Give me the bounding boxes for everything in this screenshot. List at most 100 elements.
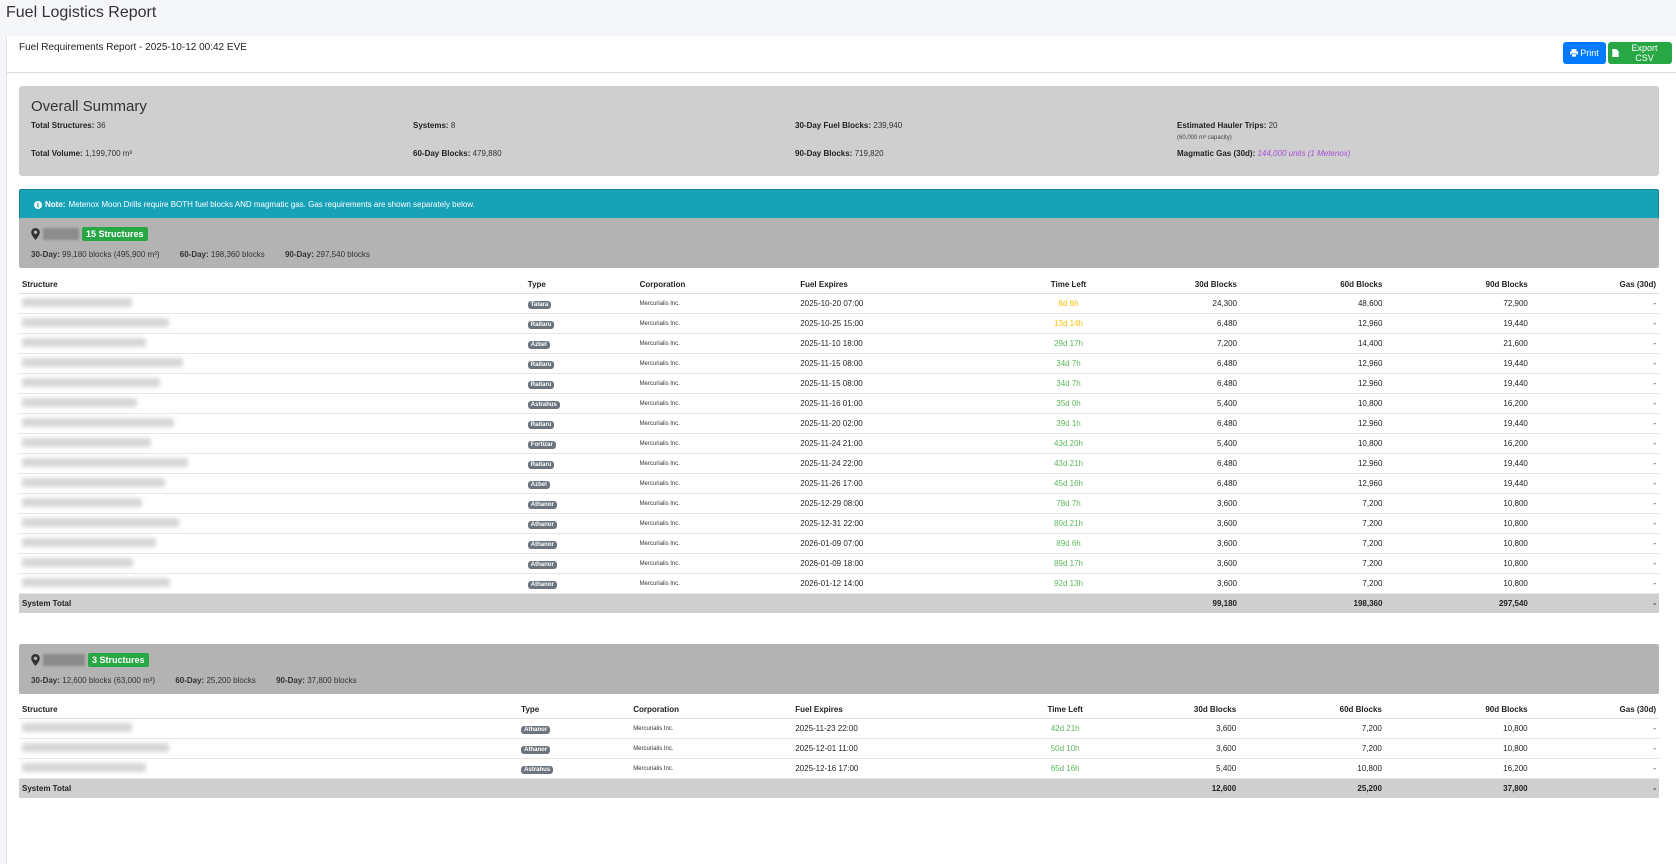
table-row[interactable]: Azbel Mercurialis Inc. 2025-11-26 17:00 … [19, 473, 1659, 494]
table-row[interactable]: Raitaru Mercurialis Inc. 2025-10-25 15:0… [19, 313, 1659, 334]
table-row[interactable]: Raitaru Mercurialis Inc. 2025-11-15 08:0… [19, 373, 1659, 394]
blocks-30d-cell: 6,480 [1092, 453, 1240, 474]
corporation-cell: Mercurialis Inc. [636, 493, 798, 514]
fuel-expires-cell: 2025-12-31 22:00 [797, 513, 1045, 534]
column-header[interactable]: 60d Blocks [1239, 700, 1385, 719]
print-label: Print [1580, 48, 1599, 58]
total-gas: - [1530, 593, 1659, 613]
table-row[interactable]: Raitaru Mercurialis Inc. 2025-11-20 02:0… [19, 413, 1659, 434]
structures-table: Structure Type Corporation Fuel Expires Time… [19, 275, 1659, 613]
column-header[interactable]: 30d Blocks [1092, 275, 1240, 294]
column-header[interactable]: Fuel Expires [792, 700, 1042, 719]
time-left-cell: 89d 17h [1044, 553, 1093, 574]
table-row[interactable]: Athanor Mercurialis Inc. 2026-01-12 14:0… [19, 573, 1659, 594]
table-row[interactable]: Athanor Mercurialis Inc. 2025-12-29 08:0… [19, 493, 1659, 514]
blocks-60d-cell: 7,200 [1240, 553, 1386, 574]
blocks-90d-cell: 10,800 [1385, 533, 1531, 554]
structure-name-redacted [22, 338, 146, 347]
structure-name-redacted [22, 438, 151, 447]
corporation-cell: Mercurialis Inc. [636, 473, 798, 494]
column-header[interactable]: Type [524, 275, 637, 294]
gas-30d-cell: - [1530, 453, 1659, 474]
corporation-cell: Mercurialis Inc. [636, 293, 798, 314]
type-cell: Astrahus [524, 393, 637, 414]
time-left-cell: 34d 7h [1044, 353, 1093, 374]
blocks-30d-cell: 3,600 [1092, 513, 1240, 534]
structure-cell [19, 393, 525, 414]
export-csv-button[interactable]: Export CSV [1608, 42, 1672, 64]
table-row[interactable]: Athanor Mercurialis Inc. 2025-12-31 22:0… [19, 513, 1659, 534]
type-cell: Astrahus [518, 758, 631, 779]
table-row[interactable]: Athanor Mercurialis Inc. 2026-01-09 07:0… [19, 533, 1659, 554]
column-header[interactable]: Fuel Expires [797, 275, 1045, 294]
blocks-60d-cell: 14,400 [1240, 333, 1386, 354]
gas-30d-cell: - [1530, 718, 1659, 739]
column-header[interactable]: Structure [19, 275, 525, 294]
blocks-60d-cell: 10,800 [1240, 393, 1386, 414]
print-button[interactable]: Print [1563, 42, 1606, 64]
structure-name-redacted [22, 318, 169, 327]
structure-name-redacted [22, 378, 160, 387]
stat-90d: 90-Day: 37,800 blocks [276, 676, 357, 685]
table-row[interactable]: Astrahus Mercurialis Inc. 2025-11-16 01:… [19, 393, 1659, 414]
structures-badge: 15 Structures [82, 227, 148, 241]
total-60d: 25,200 [1239, 778, 1385, 798]
corporation-cell: Mercurialis Inc. [636, 413, 798, 434]
time-left-cell: 42d 21h [1041, 718, 1090, 739]
table-row[interactable]: Athanor Mercurialis Inc. 2025-11-23 22:0… [19, 718, 1659, 739]
time-left-cell: 34d 7h [1044, 373, 1093, 394]
table-row[interactable]: Fortizar Mercurialis Inc. 2025-11-24 21:… [19, 433, 1659, 454]
structure-cell [19, 333, 525, 354]
type-badge: Raitaru [527, 321, 555, 329]
table-row[interactable]: Athanor Mercurialis Inc. 2025-12-01 11:0… [19, 738, 1659, 759]
time-left-cell: 45d 16h [1044, 473, 1093, 494]
column-header[interactable]: Gas (30d) [1530, 275, 1659, 294]
table-row[interactable]: Athanor Mercurialis Inc. 2026-01-09 18:0… [19, 553, 1659, 574]
system-stats: 30-Day: 99,180 blocks (495,900 m³) 60-Da… [31, 250, 388, 259]
blocks-90d-cell: 19,440 [1385, 313, 1531, 334]
blocks-90d: 90-Day Blocks: 719,820 [795, 149, 884, 158]
structure-name-redacted [22, 358, 183, 367]
column-header[interactable]: Corporation [630, 700, 793, 719]
table-row[interactable]: Tatara Mercurialis Inc. 2025-10-20 07:00… [19, 293, 1659, 314]
gas-30d-cell: - [1530, 533, 1659, 554]
column-header[interactable]: Type [518, 700, 631, 719]
column-header[interactable]: 60d Blocks [1240, 275, 1386, 294]
fuel-expires-cell: 2025-11-26 17:00 [797, 473, 1045, 494]
column-header[interactable]: Gas (30d) [1530, 700, 1659, 719]
gas-30d-cell: - [1530, 433, 1659, 454]
fuel-expires-cell: 2025-12-29 08:00 [797, 493, 1045, 514]
blocks-30d-cell: 5,400 [1092, 433, 1240, 454]
column-header[interactable]: 90d Blocks [1384, 700, 1531, 719]
structure-cell [19, 553, 525, 574]
time-left-cell: 92d 13h [1044, 573, 1093, 594]
table-row[interactable]: Astrahus Mercurialis Inc. 2025-12-16 17:… [19, 758, 1659, 779]
structures-badge: 3 Structures [88, 653, 149, 667]
structure-name-redacted [22, 418, 174, 427]
column-header[interactable]: 90d Blocks [1385, 275, 1531, 294]
column-header[interactable]: Time Left [1044, 275, 1093, 294]
report-card: Fuel Requirements Report - 2025-10-12 00… [6, 36, 1676, 864]
gas-30d-cell: - [1530, 758, 1659, 779]
fuel-expires-cell: 2025-11-15 08:00 [797, 353, 1045, 374]
system-total-row: System Total 99,180 198,360 297,540 - [19, 593, 1659, 613]
table-row[interactable]: Raitaru Mercurialis Inc. 2025-11-15 08:0… [19, 353, 1659, 374]
stat-90d: 90-Day: 297,540 blocks [284, 250, 370, 259]
type-cell: Athanor [518, 718, 631, 739]
gas-30d-cell: - [1530, 493, 1659, 514]
fuel-expires-cell: 2025-11-20 02:00 [797, 413, 1045, 434]
type-badge: Athanor [527, 541, 557, 549]
type-cell: Athanor [524, 493, 637, 514]
column-header[interactable]: Corporation [636, 275, 798, 294]
column-header[interactable]: 30d Blocks [1089, 700, 1240, 719]
column-header[interactable]: Time Left [1041, 700, 1090, 719]
table-row[interactable]: Raitaru Mercurialis Inc. 2025-11-24 22:0… [19, 453, 1659, 474]
type-cell: Azbel [524, 473, 637, 494]
table-row[interactable]: Azbel Mercurialis Inc. 2025-11-10 18:00 … [19, 333, 1659, 354]
type-badge: Athanor [527, 581, 557, 589]
column-header[interactable]: Structure [19, 700, 519, 719]
total-structures: Total Structures: 36 [31, 121, 106, 130]
structure-name-redacted [22, 498, 142, 507]
blocks-30d-cell: 6,480 [1092, 473, 1240, 494]
time-left-cell: 43d 20h [1044, 433, 1093, 454]
